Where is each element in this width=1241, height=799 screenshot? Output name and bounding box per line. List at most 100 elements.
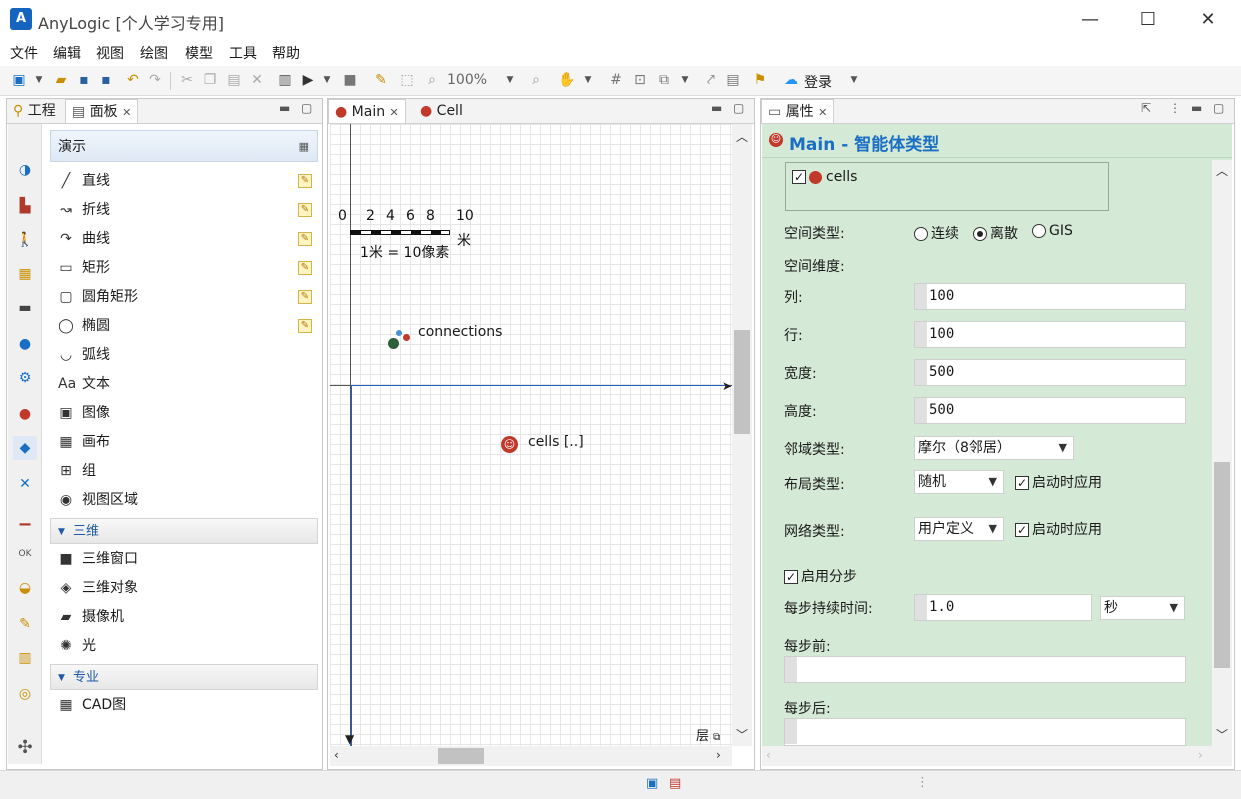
zoom-out-icon[interactable]: ⌕ bbox=[423, 71, 441, 89]
minimize-panel-icon[interactable]: ▬ bbox=[279, 101, 290, 115]
road-library-icon[interactable]: ▬ bbox=[13, 296, 37, 320]
tab-main[interactable]: ● Main ✕ bbox=[328, 99, 406, 123]
space-type-continuous[interactable]: 连续 bbox=[914, 223, 959, 243]
3d-objects-icon[interactable]: ▥ bbox=[13, 646, 37, 670]
properties-vertical-scrollbar[interactable]: ︿ ﹀ bbox=[1212, 160, 1232, 746]
zoom-level[interactable]: 100% bbox=[447, 72, 487, 88]
scroll-up-icon[interactable]: ︿ bbox=[1216, 162, 1228, 179]
new-dropdown-icon[interactable]: ▼ bbox=[30, 71, 48, 89]
pedestrian-library-icon[interactable]: 🚶 bbox=[13, 228, 37, 252]
graphical-editor-canvas[interactable]: ➤ ▼ 0 2 4 6 8 10 米 1米 = 10像素 connections… bbox=[330, 124, 732, 746]
stop-icon[interactable]: ■ bbox=[341, 71, 359, 89]
redo-icon[interactable]: ↷ bbox=[146, 71, 164, 89]
agent-checkbox[interactable]: ✓ bbox=[792, 170, 806, 184]
build-icon[interactable]: ▥ bbox=[276, 71, 294, 89]
palette-item[interactable]: ◡ 弧线 bbox=[58, 344, 318, 366]
zoom-in-icon[interactable]: ⌕ bbox=[527, 71, 545, 89]
minimize-button[interactable]: — bbox=[1070, 6, 1110, 34]
fluid-library-icon[interactable]: ● bbox=[13, 332, 37, 356]
maximize-panel-icon[interactable]: ▢ bbox=[1213, 101, 1224, 115]
new-model-icon[interactable]: ▣ bbox=[10, 71, 28, 89]
menu-view[interactable]: 视图 bbox=[96, 43, 124, 63]
library-icon[interactable]: ◎ bbox=[13, 682, 37, 706]
process-library-icon[interactable]: ▙ bbox=[13, 194, 37, 218]
scale-unit[interactable]: 米 bbox=[457, 230, 471, 250]
height-field[interactable]: 500 bbox=[914, 397, 1186, 424]
menu-draw[interactable]: 绘图 bbox=[140, 43, 168, 63]
columns-field[interactable]: 100 bbox=[914, 283, 1186, 310]
zoom-dropdown-icon[interactable]: ▼ bbox=[501, 71, 519, 89]
enable-steps-checkbox[interactable]: ✓ bbox=[784, 570, 798, 584]
console-icon[interactable]: ▣ bbox=[646, 776, 658, 791]
edit-pencil-icon[interactable]: ✎ bbox=[298, 290, 312, 304]
palette-item[interactable]: ⊞ 组 bbox=[58, 460, 318, 482]
close-button[interactable]: ✕ bbox=[1188, 6, 1228, 34]
palette-item[interactable]: ▦ CAD图 bbox=[58, 694, 318, 716]
connect-icon[interactable]: ⤤ bbox=[702, 71, 720, 89]
palette-item[interactable]: ◯ 椭圆 bbox=[58, 315, 318, 337]
agent-population-icon[interactable]: ☺ bbox=[501, 436, 518, 453]
connectivity-icon[interactable]: ◒ bbox=[13, 576, 37, 600]
rows-field[interactable]: 100 bbox=[914, 321, 1186, 348]
close-tab-icon[interactable]: ✕ bbox=[122, 106, 131, 119]
run-icon[interactable]: ▶ bbox=[299, 71, 317, 89]
menu-model[interactable]: 模型 bbox=[185, 43, 213, 63]
layout-type-select[interactable]: 随机 ▼ bbox=[914, 470, 1004, 494]
width-field[interactable]: 500 bbox=[914, 359, 1186, 386]
layout-apply-on-startup[interactable]: ✓ 启动时应用 bbox=[1015, 472, 1102, 492]
save-icon[interactable]: ▪ bbox=[75, 71, 93, 89]
save-all-icon[interactable]: ▪ bbox=[97, 71, 115, 89]
magic-wand-icon[interactable]: ✎ bbox=[372, 71, 390, 89]
step-duration-field[interactable]: 1.0 bbox=[914, 594, 1092, 621]
palette-section-presentation[interactable]: 演示 ▦ bbox=[50, 130, 318, 162]
edit-pencil-icon[interactable]: ✎ bbox=[298, 203, 312, 217]
radio-discrete[interactable] bbox=[973, 227, 987, 241]
editor-horizontal-scrollbar[interactable]: ‹ › bbox=[330, 746, 732, 766]
network-type-select[interactable]: 用户定义 ▼ bbox=[914, 517, 1004, 541]
maximize-panel-icon[interactable]: ▢ bbox=[733, 101, 744, 115]
system-dynamics-icon[interactable]: ⚙ bbox=[13, 366, 37, 390]
edit-pencil-icon[interactable]: ✎ bbox=[298, 174, 312, 188]
edit-pencil-icon[interactable]: ✎ bbox=[298, 232, 312, 246]
scroll-right-icon[interactable]: › bbox=[716, 748, 721, 762]
palette-section-pro[interactable]: ▼ 专业 bbox=[50, 664, 318, 690]
problems-icon[interactable]: ▤ bbox=[669, 776, 681, 791]
scroll-thumb[interactable] bbox=[734, 330, 750, 434]
palette-item[interactable]: ╱ 直线 bbox=[58, 170, 318, 192]
minimize-panel-icon[interactable]: ▬ bbox=[711, 101, 722, 115]
cloud-icon[interactable]: ☁ bbox=[782, 71, 800, 89]
maximize-button[interactable]: ☐ bbox=[1128, 6, 1168, 34]
space-type-discrete[interactable]: 离散 bbox=[973, 223, 1018, 243]
scale-bar[interactable] bbox=[350, 230, 450, 235]
connections-icon[interactable] bbox=[388, 328, 410, 350]
neighborhood-type-select[interactable]: 摩尔（8邻居） ▼ bbox=[914, 436, 1074, 460]
menu-edit[interactable]: 编辑 bbox=[53, 43, 81, 63]
zoom-select-icon[interactable]: ⬚ bbox=[398, 71, 416, 89]
layout-apply-checkbox[interactable]: ✓ bbox=[1015, 476, 1029, 490]
presentation-active-icon[interactable]: ◆ bbox=[13, 436, 37, 460]
after-step-field[interactable] bbox=[784, 718, 1186, 746]
pan-hand-icon[interactable]: ✋ bbox=[558, 71, 576, 89]
arrange-icon[interactable]: ▤ bbox=[724, 71, 742, 89]
edit-pencil-icon[interactable]: ✎ bbox=[298, 319, 312, 333]
scroll-thumb[interactable] bbox=[438, 748, 484, 764]
scroll-down-icon[interactable]: ﹀ bbox=[736, 726, 748, 743]
menu-help[interactable]: 帮助 bbox=[272, 43, 300, 63]
edit-pencil-icon[interactable]: ✎ bbox=[298, 261, 312, 275]
tab-properties[interactable]: ▭ 属性 ✕ bbox=[761, 99, 835, 123]
rail-library-icon[interactable]: ▦ bbox=[13, 262, 37, 286]
palette-item[interactable]: ▦ 画布 bbox=[58, 431, 318, 453]
agent-list-box[interactable]: ✓ cells bbox=[785, 162, 1109, 211]
align-dropdown-icon[interactable]: ▼ bbox=[676, 71, 694, 89]
tab-cell[interactable]: ● Cell bbox=[414, 99, 469, 123]
palette-item[interactable]: ◉ 视图区域 bbox=[58, 489, 318, 511]
palette-section-3d[interactable]: ▼ 三维 bbox=[50, 518, 318, 544]
pin-panel-icon[interactable]: ⇱ bbox=[1141, 101, 1151, 115]
menu-tools[interactable]: 工具 bbox=[229, 43, 257, 63]
radio-continuous[interactable] bbox=[914, 227, 928, 241]
minimize-panel-icon[interactable]: ▬ bbox=[1191, 101, 1202, 115]
collapse-icon[interactable]: ▼ bbox=[58, 665, 65, 691]
palette-item[interactable]: ◈ 三维对象 bbox=[58, 577, 318, 599]
scroll-left-icon[interactable]: ‹ bbox=[766, 748, 771, 762]
cut-icon[interactable]: ✂ bbox=[178, 71, 196, 89]
